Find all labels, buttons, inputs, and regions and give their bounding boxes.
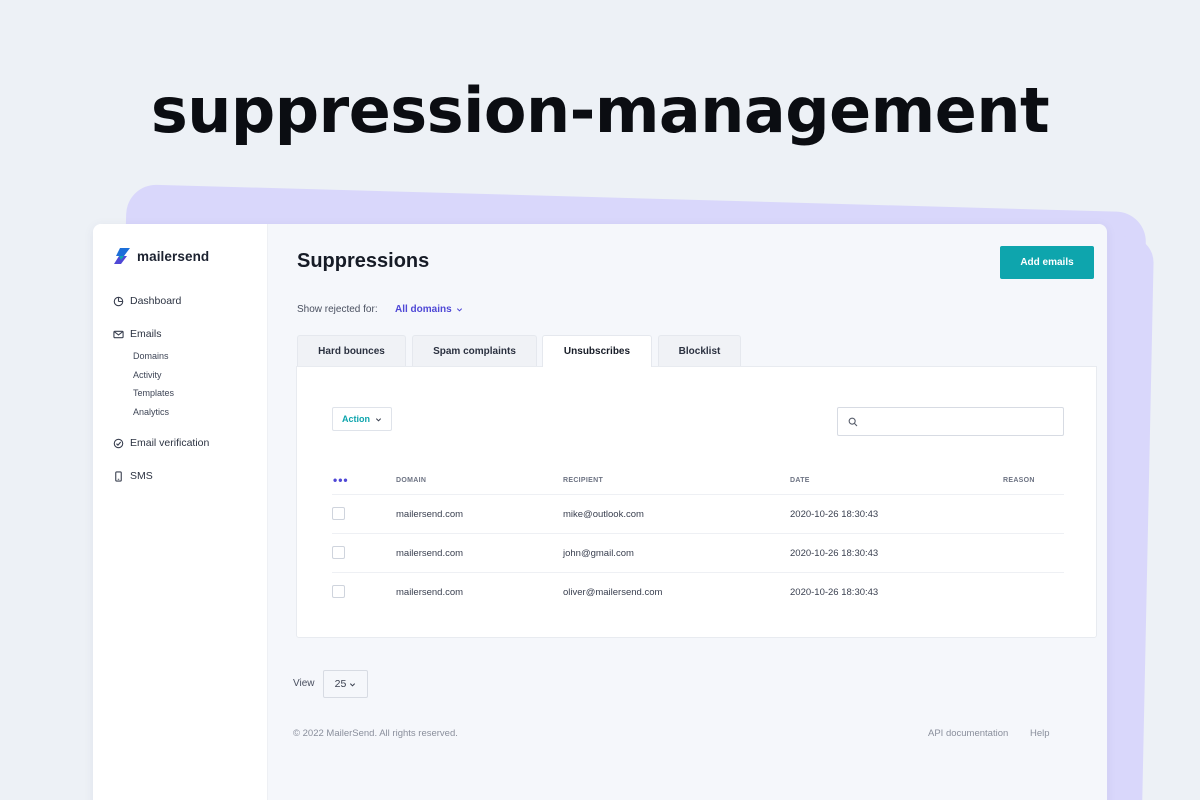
logo-text: mailersend (137, 248, 210, 264)
footer-link-api-docs[interactable]: API documentation (928, 728, 1008, 739)
sidebar: mailersend Dashboard Emails Domains Acti… (93, 224, 268, 800)
view-label: View (293, 678, 315, 689)
column-header-domain: DOMAIN (396, 477, 427, 484)
sidebar-item-label: Dashboard (130, 295, 182, 307)
sidebar-item-dashboard[interactable]: Dashboard (113, 295, 181, 307)
row-checkbox[interactable] (332, 546, 345, 559)
column-header-date: DATE (790, 477, 810, 484)
phone-icon (115, 470, 122, 482)
tab-hard-bounces[interactable]: Hard bounces (297, 335, 406, 366)
per-page-select[interactable]: 25 (323, 670, 368, 698)
search-input[interactable] (864, 416, 1063, 427)
sidebar-item-emails[interactable]: Emails (113, 328, 162, 340)
dashboard-icon (113, 296, 124, 306)
row-domain: mailersend.com (396, 509, 464, 520)
search-icon (848, 417, 858, 426)
check-circle-icon (113, 438, 124, 448)
footer-link-help[interactable]: Help (1030, 728, 1050, 739)
sidebar-item-email-verification[interactable]: Email verification (113, 437, 209, 449)
action-dropdown-button[interactable]: Action (332, 407, 392, 431)
sidebar-subitem-templates[interactable]: Templates (133, 388, 174, 398)
footer-copyright: © 2022 MailerSend. All rights reserved. (293, 728, 458, 739)
tab-unsubscribes[interactable]: Unsubscribes (542, 335, 652, 367)
sidebar-subitem-domains[interactable]: Domains (133, 351, 169, 361)
chevron-down-icon (375, 417, 382, 422)
per-page-value: 25 (334, 678, 347, 690)
sidebar-item-sms[interactable]: SMS (113, 470, 153, 482)
action-button-label: Action (342, 414, 370, 424)
row-checkbox[interactable] (332, 507, 345, 520)
search-field[interactable] (837, 407, 1064, 436)
sidebar-subitem-activity[interactable]: Activity (133, 370, 162, 380)
tab-blocklist[interactable]: Blocklist (658, 335, 741, 366)
page-headline: suppression-management (150, 74, 1050, 147)
row-checkbox[interactable] (332, 585, 345, 598)
sidebar-subitem-analytics[interactable]: Analytics (133, 407, 169, 417)
table-row[interactable]: mailersend.com oliver@mailersend.com 202… (332, 572, 1064, 611)
table-row[interactable]: mailersend.com john@gmail.com 2020-10-26… (332, 533, 1064, 572)
row-domain: mailersend.com (396, 587, 464, 598)
chevron-down-icon (456, 308, 462, 312)
column-options-icon[interactable]: ••• (333, 473, 349, 487)
row-date: 2020-10-26 18:30:43 (790, 509, 879, 520)
domain-filter-value: All domains (395, 304, 452, 315)
mailersend-logo-icon (114, 248, 130, 264)
sidebar-item-label: SMS (130, 470, 153, 482)
sidebar-item-label: Email verification (130, 437, 210, 449)
domain-filter-dropdown[interactable]: All domains (395, 304, 463, 315)
page-title: Suppressions (297, 250, 430, 272)
chevron-down-icon (350, 682, 356, 687)
row-recipient: john@gmail.com (563, 548, 634, 559)
main-content: Suppressions Add emails Show rejected fo… (268, 224, 1107, 800)
suppressions-card: Action ••• DOMAIN RECIPIENT DATE REASON … (296, 366, 1097, 638)
sidebar-item-label: Emails (130, 328, 162, 340)
row-date: 2020-10-26 18:30:43 (790, 587, 879, 598)
table-row[interactable]: mailersend.com mike@outlook.com 2020-10-… (332, 494, 1064, 533)
mail-icon (113, 330, 124, 338)
column-header-reason: REASON (1003, 477, 1035, 484)
column-header-recipient: RECIPIENT (563, 477, 604, 484)
tab-spam-complaints[interactable]: Spam complaints (412, 335, 537, 366)
app-window: mailersend Dashboard Emails Domains Acti… (93, 224, 1107, 800)
logo[interactable]: mailersend (113, 247, 209, 265)
filter-label: Show rejected for: (297, 304, 378, 315)
row-recipient: mike@outlook.com (563, 509, 644, 520)
row-recipient: oliver@mailersend.com (563, 587, 663, 598)
row-domain: mailersend.com (396, 548, 464, 559)
row-date: 2020-10-26 18:30:43 (790, 548, 879, 559)
add-emails-button[interactable]: Add emails (1000, 246, 1094, 279)
